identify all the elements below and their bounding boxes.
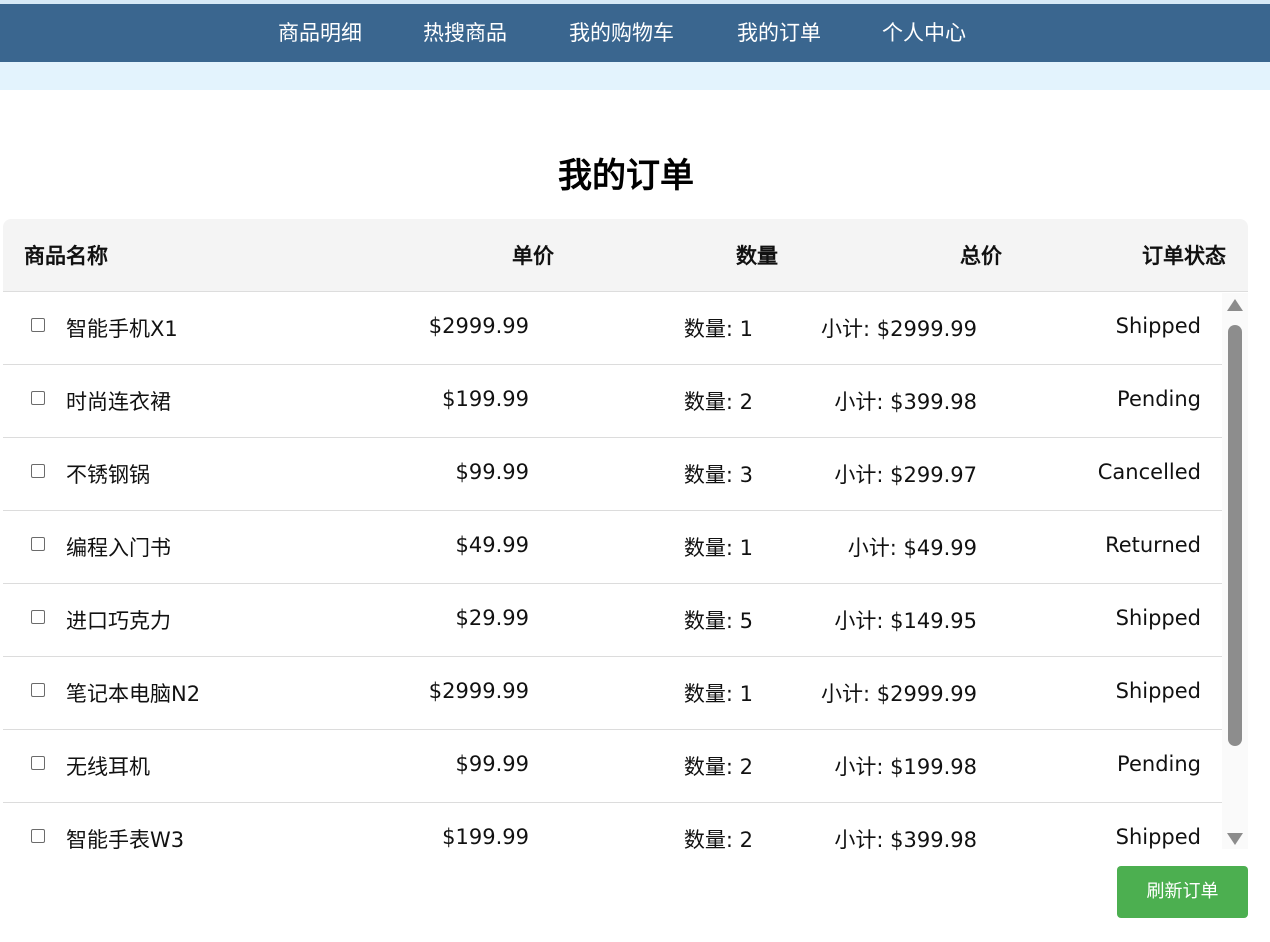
subtotal: 小计: $199.98 [834,755,977,779]
quantity: 数量: 1 [683,317,753,341]
header-product-name: 商品名称 [24,244,108,268]
subtotal: 小计: $49.99 [847,536,977,560]
unit-price: $199.99 [442,825,529,849]
product-name: 智能手机X1 [66,317,178,341]
unit-price: $99.99 [455,752,529,776]
sub-header-bar [0,62,1270,90]
quantity: 数量: 5 [683,609,753,633]
table-row: 智能手机X1 $2999.99 数量: 1 小计: $2999.99 Shipp… [3,292,1222,365]
orders-table: 商品名称 单价 数量 总价 订单状态 智能手机X1 $2999.99 数量: 1… [3,219,1248,859]
table-body[interactable]: 智能手机X1 $2999.99 数量: 1 小计: $2999.99 Shipp… [3,292,1222,859]
nav-item-personal-center[interactable]: 个人中心 [882,4,966,62]
product-name: 智能手表W3 [66,828,185,852]
unit-price: $2999.99 [428,679,529,703]
row-select-checkbox[interactable] [31,610,45,624]
nav-item-product-details[interactable]: 商品明细 [278,4,362,62]
order-status: Shipped [1115,314,1201,338]
quantity: 数量: 1 [683,682,753,706]
table-row: 进口巧克力 $29.99 数量: 5 小计: $149.95 Shipped [3,584,1222,657]
table-row: 编程入门书 $49.99 数量: 1 小计: $49.99 Returned [3,511,1222,584]
subtotal: 小计: $2999.99 [821,317,977,341]
row-select-checkbox[interactable] [31,537,45,551]
table-row: 不锈钢锅 $99.99 数量: 3 小计: $299.97 Cancelled [3,438,1222,511]
header-total-price: 总价 [960,244,1002,268]
subtotal: 小计: $399.98 [834,390,977,414]
subtotal: 小计: $2999.99 [821,682,977,706]
quantity: 数量: 2 [683,390,753,414]
triangle-down-icon[interactable] [1227,833,1243,845]
row-select-checkbox[interactable] [31,464,45,478]
header-order-status: 订单状态 [1142,244,1226,268]
page-title: 我的订单 [558,156,694,196]
subtotal: 小计: $299.97 [834,463,977,487]
unit-price: $199.99 [442,387,529,411]
row-select-checkbox[interactable] [31,829,45,843]
row-select-checkbox[interactable] [31,683,45,697]
row-select-checkbox[interactable] [31,318,45,332]
unit-price: $2999.99 [428,314,529,338]
nav-item-shopping-cart[interactable]: 我的购物车 [569,4,674,62]
nav-item-my-orders[interactable]: 我的订单 [737,4,821,62]
order-status: Pending [1117,387,1201,411]
unit-price: $99.99 [455,460,529,484]
product-name: 编程入门书 [66,536,171,560]
table-row: 无线耳机 $99.99 数量: 2 小计: $199.98 Pending [3,730,1222,803]
order-status: Shipped [1115,606,1201,630]
header-quantity: 数量 [736,244,778,268]
scrollbar-thumb[interactable] [1228,325,1242,746]
order-status: Returned [1105,533,1201,557]
table-header: 商品名称 单价 数量 总价 订单状态 [3,219,1248,292]
quantity: 数量: 1 [683,536,753,560]
quantity: 数量: 2 [683,828,753,852]
row-select-checkbox[interactable] [31,756,45,770]
product-name: 无线耳机 [66,755,150,779]
order-status: Pending [1117,752,1201,776]
quantity: 数量: 3 [683,463,753,487]
table-row: 智能手表W3 $199.99 数量: 2 小计: $399.98 Shipped [3,803,1222,859]
order-status: Shipped [1115,825,1201,849]
product-name: 笔记本电脑N2 [66,682,201,706]
row-select-checkbox[interactable] [31,391,45,405]
order-status: Cancelled [1097,460,1201,484]
quantity: 数量: 2 [683,755,753,779]
order-status: Shipped [1115,679,1201,703]
nav-item-hot-products[interactable]: 热搜商品 [423,4,507,62]
subtotal: 小计: $149.95 [834,609,977,633]
top-navbar: 商品明细 热搜商品 我的购物车 我的订单 个人中心 [0,4,1270,62]
refresh-orders-button[interactable]: 刷新订单 [1117,866,1248,918]
table-row: 笔记本电脑N2 $2999.99 数量: 1 小计: $2999.99 Ship… [3,657,1222,730]
header-unit-price: 单价 [512,244,554,268]
unit-price: $49.99 [455,533,529,557]
product-name: 进口巧克力 [66,609,171,633]
subtotal: 小计: $399.98 [834,828,977,852]
unit-price: $29.99 [455,606,529,630]
product-name: 不锈钢锅 [66,463,150,487]
table-row: 时尚连衣裙 $199.99 数量: 2 小计: $399.98 Pending [3,365,1222,438]
product-name: 时尚连衣裙 [66,390,171,414]
triangle-up-icon[interactable] [1227,299,1243,311]
